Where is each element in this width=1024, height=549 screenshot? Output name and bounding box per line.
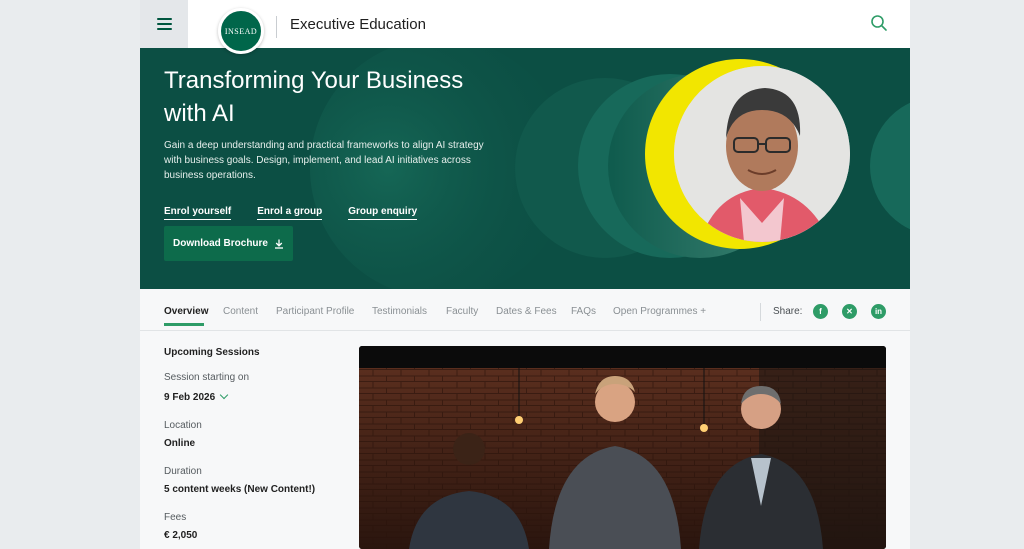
site-header: INSEAD Executive Education <box>140 0 910 54</box>
fees-value: € 2,050 <box>164 530 198 541</box>
insead-logo[interactable]: INSEAD <box>218 8 264 54</box>
enrol-yourself-link[interactable]: Enrol yourself <box>164 206 232 220</box>
session-date-select[interactable]: 9 Feb 2026 <box>164 390 229 403</box>
duration-label: Duration <box>164 466 202 477</box>
share-label: Share: <box>773 306 803 317</box>
logo-text: INSEAD <box>224 26 258 36</box>
x-icon[interactable]: ✕ <box>842 304 857 319</box>
tab-dates-fees[interactable]: Dates & Fees <box>496 306 557 317</box>
upcoming-sessions-heading: Upcoming Sessions <box>164 347 260 358</box>
chevron-down-icon <box>219 390 229 400</box>
fees-label: Fees <box>164 512 187 523</box>
section-tabs: Overview Content Participant Profile Tes… <box>140 289 910 331</box>
enrol-group-link[interactable]: Enrol a group <box>257 206 323 220</box>
group-enquiry-link[interactable]: Group enquiry <box>348 206 418 220</box>
site-title[interactable]: Executive Education <box>290 16 426 33</box>
search-icon[interactable] <box>870 14 888 32</box>
tab-overview[interactable]: Overview <box>164 306 208 317</box>
programme-video[interactable] <box>359 346 886 549</box>
tab-content[interactable]: Content <box>223 306 258 317</box>
duration-value: 5 content weeks (New Content!) <box>164 484 316 495</box>
session-date-value: 9 Feb 2026 <box>164 392 216 403</box>
tab-faqs[interactable]: FAQs <box>571 306 596 317</box>
hero-banner: Transforming Your Business with AI Gain … <box>140 48 910 289</box>
location-label: Location <box>164 420 202 431</box>
video-frame <box>359 346 886 549</box>
tab-open-programmes[interactable]: Open Programmes + <box>613 306 706 317</box>
programme-title: Transforming Your Business with AI <box>164 67 464 127</box>
hamburger-icon <box>156 18 172 30</box>
download-brochure-button[interactable]: Download Brochure <box>164 226 293 261</box>
enrol-links: Enrol yourself Enrol a group Group enqui… <box>164 206 418 220</box>
menu-button[interactable] <box>140 0 188 48</box>
location-value: Online <box>164 438 196 449</box>
header-divider <box>276 16 277 38</box>
active-tab-indicator <box>164 323 204 326</box>
tab-testimonials[interactable]: Testimonials <box>372 306 427 317</box>
session-start-label: Session starting on <box>164 372 250 383</box>
programme-description: Gain a deep understanding and practical … <box>164 140 484 181</box>
download-icon <box>275 239 283 249</box>
brochure-label: Download Brochure <box>172 238 268 249</box>
overview-section: Upcoming Sessions Session starting on 9 … <box>140 331 910 549</box>
tabs-divider <box>760 303 761 321</box>
tab-participant-profile[interactable]: Participant Profile <box>276 306 354 317</box>
tab-faculty[interactable]: Faculty <box>446 306 478 317</box>
facebook-icon[interactable]: f <box>813 304 828 319</box>
linkedin-icon[interactable]: in <box>871 304 886 319</box>
